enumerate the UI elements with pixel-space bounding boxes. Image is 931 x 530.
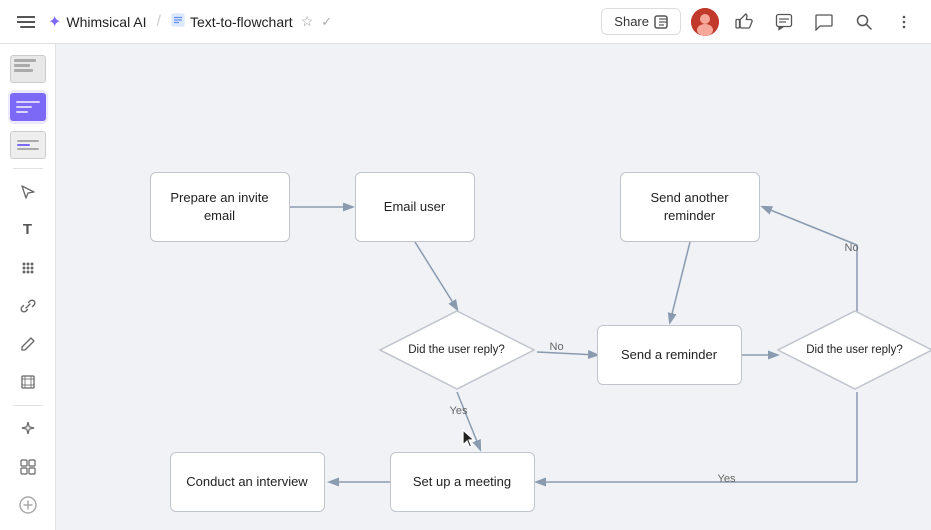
prepare-invite-box[interactable]: Prepare an inviteemail: [150, 172, 290, 242]
text-tool-label: T: [23, 221, 32, 238]
did-reply-1-label: Did the user reply?: [408, 343, 505, 358]
favorite-star-icon[interactable]: ☆: [301, 13, 314, 30]
no-label-1: No: [550, 341, 564, 353]
main-area: T: [0, 44, 931, 530]
sidebar-item-pages[interactable]: [8, 52, 48, 86]
sidebar-item-note[interactable]: [8, 90, 48, 124]
sidebar-divider-1: [13, 168, 43, 169]
yes-label-1: Yes: [450, 405, 468, 417]
topbar-left: ✦ Whimsical AI / Text-to-flowchart ☆ ✓: [12, 8, 593, 36]
yes-label-2: Yes: [718, 473, 736, 485]
verified-check-icon: ✓: [321, 14, 332, 30]
set-up-meeting-label: Set up a meeting: [413, 473, 511, 491]
chat-icon[interactable]: [809, 7, 839, 37]
avatar[interactable]: [691, 8, 719, 36]
nav-menu-icon[interactable]: [12, 8, 40, 36]
set-up-meeting-box[interactable]: Set up a meeting: [390, 452, 535, 512]
sidebar-item-magic-tool[interactable]: [8, 412, 48, 446]
sidebar-divider-2: [13, 405, 43, 406]
flowchart: Prepare an inviteemail Email user Send a…: [110, 77, 910, 497]
send-another-reminder-box[interactable]: Send anotherreminder: [620, 172, 760, 242]
sidebar-item-components-tool[interactable]: [8, 450, 48, 484]
share-button[interactable]: Share: [601, 8, 681, 35]
doc-title: Text-to-flowchart: [190, 14, 293, 30]
doc-type-icon: [171, 13, 185, 30]
send-another-reminder-label: Send anotherreminder: [650, 189, 728, 225]
sidebar-item-pen-tool[interactable]: [8, 327, 48, 361]
more-options-icon[interactable]: [889, 7, 919, 37]
brand-name: Whimsical AI: [66, 14, 146, 30]
sidebar-item-link-tool[interactable]: [8, 289, 48, 323]
send-reminder-box[interactable]: Send a reminder: [597, 325, 742, 385]
sidebar-item-text-tool[interactable]: T: [8, 213, 48, 247]
doc-title-area[interactable]: Text-to-flowchart: [171, 13, 293, 30]
share-label: Share: [614, 14, 649, 29]
did-reply-1-diamond[interactable]: Did the user reply?: [378, 309, 536, 391]
did-reply-2-diamond[interactable]: Did the user reply?: [776, 309, 931, 391]
cursor: [462, 429, 478, 454]
thumbs-up-icon[interactable]: [729, 7, 759, 37]
comment-icon[interactable]: [769, 7, 799, 37]
search-icon[interactable]: [849, 7, 879, 37]
brand[interactable]: ✦ Whimsical AI: [48, 12, 147, 32]
sidebar-item-frame-tool[interactable]: [8, 365, 48, 399]
breadcrumb-separator: /: [157, 13, 161, 31]
prepare-invite-label: Prepare an inviteemail: [170, 189, 268, 225]
sidebar-item-grid-tool[interactable]: [8, 251, 48, 285]
sidebar-item-doc[interactable]: [8, 128, 48, 162]
email-user-label: Email user: [384, 198, 445, 216]
sidebar: T: [0, 44, 56, 530]
send-reminder-label: Send a reminder: [621, 346, 717, 364]
topbar-right: Share: [601, 7, 919, 37]
arrows-svg: [110, 77, 910, 497]
conduct-interview-box[interactable]: Conduct an interview: [170, 452, 325, 512]
brand-icon: ✦: [48, 12, 61, 32]
no-label-2: No: [845, 242, 859, 254]
topbar: ✦ Whimsical AI / Text-to-flowchart ☆ ✓ S…: [0, 0, 931, 44]
page-thumbnail: [10, 55, 46, 83]
canvas[interactable]: Prepare an inviteemail Email user Send a…: [56, 44, 931, 530]
email-user-box[interactable]: Email user: [355, 172, 475, 242]
sidebar-item-arrow-tool[interactable]: [8, 175, 48, 209]
sidebar-add-button[interactable]: [8, 488, 48, 522]
conduct-interview-label: Conduct an interview: [186, 473, 307, 491]
did-reply-2-label: Did the user reply?: [806, 343, 903, 358]
